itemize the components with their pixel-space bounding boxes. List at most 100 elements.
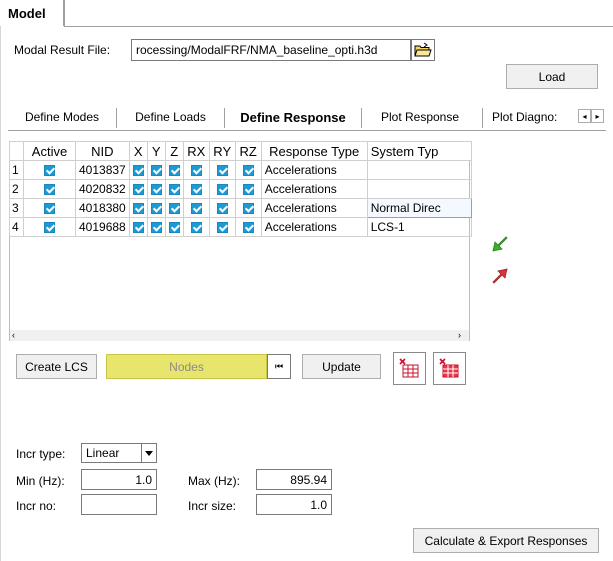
y-checkbox[interactable] bbox=[146, 198, 166, 218]
checkbox-checked-icon bbox=[216, 203, 228, 215]
x-checkbox[interactable] bbox=[128, 198, 148, 218]
ry-checkbox[interactable] bbox=[208, 160, 236, 180]
tab-scroll-right-button[interactable]: ▸ bbox=[591, 109, 604, 123]
add-row-button[interactable] bbox=[490, 236, 510, 257]
header-response-type[interactable]: Response Type bbox=[260, 141, 368, 161]
update-button[interactable]: Update bbox=[302, 354, 381, 379]
table-row[interactable]: 2 4020832 Accelerations bbox=[9, 179, 472, 199]
response-type-cell[interactable]: Accelerations bbox=[260, 217, 368, 237]
response-type-cell[interactable]: Accelerations bbox=[260, 198, 368, 218]
checkbox-checked-icon bbox=[242, 165, 254, 177]
x-checkbox[interactable] bbox=[128, 179, 148, 199]
header-rx[interactable]: RX bbox=[182, 141, 210, 161]
ry-checkbox[interactable] bbox=[208, 179, 236, 199]
nodes-label: Nodes bbox=[169, 359, 204, 374]
max-hz-input[interactable]: 895.94 bbox=[256, 469, 332, 490]
y-checkbox[interactable] bbox=[146, 217, 166, 237]
z-checkbox[interactable] bbox=[164, 160, 184, 180]
ry-checkbox[interactable] bbox=[208, 198, 236, 218]
rx-checkbox[interactable] bbox=[182, 198, 210, 218]
tab-scroll-left-button[interactable]: ◂ bbox=[578, 109, 591, 123]
create-lcs-button[interactable]: Create LCS bbox=[16, 354, 97, 379]
clear-table-button[interactable] bbox=[433, 352, 466, 385]
scroll-left-icon[interactable]: ‹ bbox=[12, 330, 15, 341]
load-button[interactable]: Load bbox=[506, 64, 598, 89]
active-checkbox[interactable] bbox=[23, 217, 76, 237]
header-x[interactable]: X bbox=[128, 141, 148, 161]
delete-table-button[interactable] bbox=[393, 352, 426, 385]
tab-plot-response-label: Plot Response bbox=[380, 110, 460, 124]
active-checkbox[interactable] bbox=[23, 179, 76, 199]
z-checkbox[interactable] bbox=[164, 179, 184, 199]
ry-checkbox[interactable] bbox=[208, 217, 236, 237]
max-hz-value: 895.94 bbox=[290, 472, 327, 487]
incr-type-label: Incr type: bbox=[16, 447, 66, 461]
response-type-cell[interactable]: Accelerations bbox=[260, 179, 368, 199]
system-type-cell[interactable] bbox=[366, 179, 472, 199]
system-type-cell[interactable] bbox=[366, 160, 472, 180]
checkbox-checked-icon bbox=[168, 165, 180, 177]
tab-define-modes[interactable]: Define Modes bbox=[8, 104, 116, 130]
row-index: 1 bbox=[9, 160, 24, 180]
active-checkbox[interactable] bbox=[23, 198, 76, 218]
open-file-button[interactable] bbox=[411, 39, 435, 61]
calculate-export-label: Calculate & Export Responses bbox=[424, 533, 588, 548]
tab-plot-diagnostics[interactable]: Plot Diagno: bbox=[484, 104, 576, 130]
x-checkbox[interactable] bbox=[128, 160, 148, 180]
checkbox-checked-icon bbox=[44, 184, 55, 196]
nid-cell[interactable]: 4019688 bbox=[75, 217, 130, 237]
nid-cell[interactable]: 4018380 bbox=[75, 198, 130, 218]
rx-checkbox[interactable] bbox=[182, 179, 210, 199]
x-checkbox[interactable] bbox=[128, 217, 148, 237]
table-row[interactable]: 1 4013837 Accelerations bbox=[9, 160, 472, 180]
modal-file-input[interactable]: rocessing/ModalFRF/NMA_baseline_opti.h3d bbox=[131, 39, 411, 61]
rx-checkbox[interactable] bbox=[182, 217, 210, 237]
tab-plot-response[interactable]: Plot Response bbox=[362, 104, 478, 130]
checkbox-checked-icon bbox=[242, 222, 254, 234]
active-checkbox[interactable] bbox=[23, 160, 76, 180]
remove-row-button[interactable] bbox=[490, 266, 510, 287]
header-active[interactable]: Active bbox=[23, 141, 76, 161]
nodes-selector[interactable]: Nodes bbox=[106, 354, 267, 379]
incr-type-select[interactable]: Linear bbox=[81, 443, 157, 463]
system-type-cell[interactable]: LCS-1 bbox=[366, 217, 472, 237]
response-type-cell[interactable]: Accelerations bbox=[260, 160, 368, 180]
header-z[interactable]: Z bbox=[164, 141, 184, 161]
response-table: Active NID X Y Z RX RY RZ Response Type … bbox=[9, 141, 472, 237]
incr-size-input[interactable]: 1.0 bbox=[256, 494, 332, 515]
nid-cell[interactable]: 4020832 bbox=[75, 179, 130, 199]
rz-checkbox[interactable] bbox=[234, 198, 262, 218]
tab-define-response[interactable]: Define Response bbox=[225, 104, 361, 130]
y-checkbox[interactable] bbox=[146, 179, 166, 199]
header-y[interactable]: Y bbox=[146, 141, 166, 161]
checkbox-checked-icon bbox=[44, 203, 55, 215]
checkbox-checked-icon bbox=[132, 165, 144, 177]
table-row[interactable]: 4 4019688 Accelerations LCS-1 bbox=[9, 217, 472, 237]
header-nid[interactable]: NID bbox=[75, 141, 130, 161]
model-panel-tab-label: Model bbox=[8, 5, 46, 21]
scroll-right-icon[interactable]: › bbox=[458, 330, 461, 341]
table-row[interactable]: 3 4018380 Accelerations Normal Direc bbox=[9, 198, 472, 218]
rz-checkbox[interactable] bbox=[234, 160, 262, 180]
system-type-cell[interactable]: Normal Direc bbox=[366, 198, 472, 218]
model-panel-tab[interactable]: Model bbox=[0, 0, 64, 26]
nodes-reset-button[interactable]: ⏮ bbox=[267, 354, 291, 379]
rz-checkbox[interactable] bbox=[234, 179, 262, 199]
rz-checkbox[interactable] bbox=[234, 217, 262, 237]
header-system-type[interactable]: System Typ bbox=[366, 141, 472, 161]
tab-define-loads[interactable]: Define Loads bbox=[117, 104, 224, 130]
checkbox-checked-icon bbox=[216, 222, 228, 234]
horizontal-scrollbar[interactable] bbox=[10, 330, 469, 341]
y-checkbox[interactable] bbox=[146, 160, 166, 180]
header-rz[interactable]: RZ bbox=[234, 141, 262, 161]
z-checkbox[interactable] bbox=[164, 217, 184, 237]
rx-checkbox[interactable] bbox=[182, 160, 210, 180]
tab-define-response-label: Define Response bbox=[240, 109, 346, 125]
z-checkbox[interactable] bbox=[164, 198, 184, 218]
header-ry[interactable]: RY bbox=[208, 141, 236, 161]
tabs-row: Define Modes Define Loads Define Respons… bbox=[8, 104, 606, 131]
nid-cell[interactable]: 4013837 bbox=[75, 160, 130, 180]
incr-no-input[interactable] bbox=[81, 494, 157, 515]
min-hz-input[interactable]: 1.0 bbox=[81, 469, 157, 490]
calculate-export-button[interactable]: Calculate & Export Responses bbox=[413, 528, 599, 553]
